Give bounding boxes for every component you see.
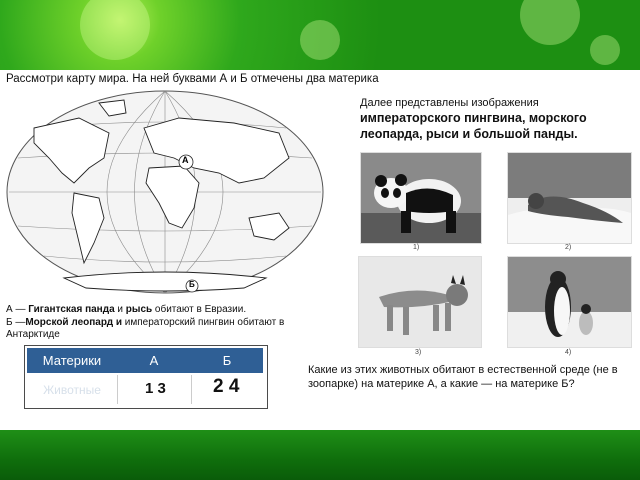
note-b-bold1: Морской леопард [25, 316, 114, 328]
answer-b[interactable]: 2 4 [213, 376, 239, 398]
note-a-prefix: А — [6, 304, 29, 315]
photo-caption-1: 1) [413, 244, 420, 251]
answer-a[interactable]: 1 3 [145, 380, 166, 397]
row-divider-2 [191, 375, 192, 404]
leopard-seal-photo [507, 152, 632, 244]
photo-caption-3: 3) [415, 349, 422, 356]
map-label-a: А [182, 155, 189, 165]
bottom-banner [0, 430, 640, 480]
antarctica-shape [62, 271, 268, 292]
row-label: Животные [43, 382, 101, 397]
intro-text: Далее представлены изображения император… [360, 96, 635, 143]
row-divider-1 [117, 375, 118, 404]
intro-bold: императорского пингвина, морского леопар… [360, 111, 587, 141]
task-text: Рассмотри карту мира. На ней буквами А и… [6, 73, 379, 85]
question-text: Какие из этих животных обитают в естеств… [308, 364, 618, 390]
penguin-photo [507, 256, 632, 348]
photo-caption-4: 4) [565, 349, 572, 356]
intro-lead: Далее представлены изображения [360, 97, 539, 109]
note-a-bold2: рысь [125, 304, 153, 315]
top-banner [0, 0, 640, 70]
panda-photo [360, 152, 482, 244]
header-label: Материки [42, 353, 102, 368]
table-header-row: Материки А Б [27, 348, 263, 373]
header-col-b: Б [222, 353, 232, 368]
lynx-photo [358, 256, 482, 348]
note-a-rest: обитают в Евразии. [152, 304, 247, 315]
answer-table: Материки А Б Животные 1 3 2 4 [24, 345, 268, 409]
answer-note: А — Гигантская панда и рысь обитают в Ев… [6, 304, 326, 342]
world-map: А Б [4, 88, 326, 296]
map-label-b: Б [189, 280, 195, 289]
header-col-a: А [149, 353, 159, 368]
note-b-and: и [113, 316, 125, 328]
slide-content: Рассмотри карту мира. На ней буквами А и… [0, 70, 640, 430]
note-a-and: и [114, 304, 126, 315]
note-b-prefix: Б — [6, 316, 26, 328]
note-a-bold1: Гигантская панда [28, 304, 115, 315]
photo-caption-2: 2) [565, 244, 572, 251]
